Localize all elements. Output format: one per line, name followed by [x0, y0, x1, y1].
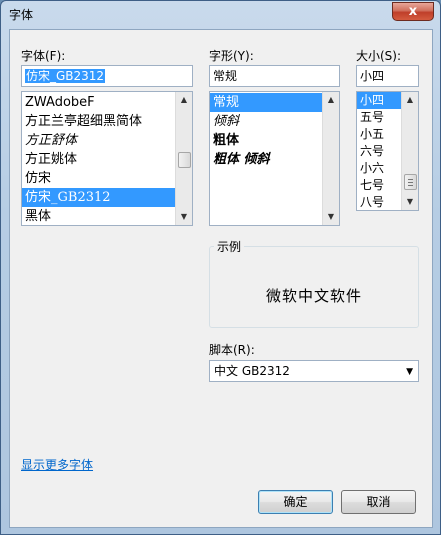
- font-style-list[interactable]: 常规 倾斜 粗体 粗体 倾斜 ▲ ▼: [209, 91, 340, 226]
- sample-preview-text: 微软中文软件: [265, 287, 362, 305]
- font-family-input[interactable]: 仿宋_GB2312: [21, 65, 193, 87]
- font-size-list[interactable]: 小四 五号 小五 六号 小六 七号 八号 ▲ ▼: [356, 91, 419, 211]
- close-icon: x: [408, 4, 418, 19]
- list-item[interactable]: 六号: [357, 143, 401, 160]
- list-item[interactable]: 方正兰亭超细黑简体: [22, 112, 175, 131]
- title-bar[interactable]: 字体 x: [1, 1, 440, 27]
- font-dialog-window: 字体 x 字体(F): 仿宋_GB2312 ZWAdobeF 方正兰亭超细黑简体方…: [0, 0, 441, 535]
- list-item[interactable]: 七号: [357, 177, 401, 194]
- list-item[interactable]: 倾斜: [210, 112, 322, 131]
- list-item[interactable]: 黑体: [22, 207, 175, 225]
- font-style-input[interactable]: 常规: [209, 65, 340, 87]
- script-dropdown-value: 中文 GB2312: [214, 364, 290, 378]
- font-size-label: 大小(S):: [356, 49, 402, 63]
- scroll-up-icon[interactable]: ▲: [402, 92, 418, 108]
- list-item[interactable]: 五号: [357, 109, 401, 126]
- list-item[interactable]: 方正姚体: [22, 150, 175, 169]
- font-size-input[interactable]: 小四: [356, 65, 419, 87]
- cancel-button[interactable]: 取消: [341, 490, 416, 514]
- list-item[interactable]: 方正舒体: [22, 131, 175, 150]
- list-item[interactable]: 仿宋: [22, 169, 175, 188]
- list-item[interactable]: 粗体 倾斜: [210, 150, 322, 169]
- list-item[interactable]: 常规: [210, 93, 322, 112]
- list-item[interactable]: 小五: [357, 126, 401, 143]
- scroll-up-icon[interactable]: ▲: [323, 92, 339, 108]
- show-more-fonts-link[interactable]: 显示更多字体: [21, 456, 93, 473]
- window-title: 字体: [9, 8, 34, 22]
- font-style-scrollbar[interactable]: ▲ ▼: [322, 92, 339, 225]
- scroll-down-icon[interactable]: ▼: [402, 194, 418, 210]
- chevron-down-icon: ▼: [406, 367, 413, 377]
- font-size-scrollbar[interactable]: ▲ ▼: [401, 92, 418, 210]
- scroll-down-icon[interactable]: ▼: [323, 209, 339, 225]
- font-family-input-value: 仿宋_GB2312: [25, 69, 106, 83]
- sample-label: 示例: [214, 238, 245, 255]
- sample-group: 示例 微软中文软件: [209, 238, 419, 328]
- script-label: 脚本(R):: [209, 343, 255, 357]
- font-family-scrollbar[interactable]: ▲ ▼: [175, 92, 192, 225]
- script-dropdown[interactable]: 中文 GB2312 ▼: [209, 360, 419, 382]
- list-item[interactable]: 八号: [357, 194, 401, 210]
- scroll-thumb[interactable]: [178, 152, 191, 168]
- scroll-up-icon[interactable]: ▲: [176, 92, 192, 108]
- font-size-input-value: 小四: [360, 69, 385, 83]
- ok-button[interactable]: 确定: [258, 490, 333, 514]
- list-item[interactable]: 仿宋_GB2312: [22, 188, 175, 207]
- list-item[interactable]: 小四: [357, 92, 401, 109]
- scroll-thumb[interactable]: [404, 174, 417, 190]
- font-style-label: 字形(Y):: [209, 49, 254, 63]
- list-item[interactable]: 粗体: [210, 131, 322, 150]
- font-style-input-value: 常规: [213, 69, 238, 83]
- scroll-down-icon[interactable]: ▼: [176, 209, 192, 225]
- font-family-list[interactable]: ZWAdobeF 方正兰亭超细黑简体 方正舒体 方正姚体 仿宋 仿宋_GB2312 黑体 ▲…: [21, 91, 193, 226]
- dialog-client-area: 字体(F): 仿宋_GB2312 ZWAdobeF 方正兰亭超细黑简体 方正舒体 方正…: [9, 29, 433, 528]
- list-item[interactable]: 小六: [357, 160, 401, 177]
- font-family-label: 字体(F):: [21, 49, 66, 63]
- list-item[interactable]: ZWAdobeF: [22, 93, 175, 112]
- close-button[interactable]: x: [392, 2, 434, 21]
